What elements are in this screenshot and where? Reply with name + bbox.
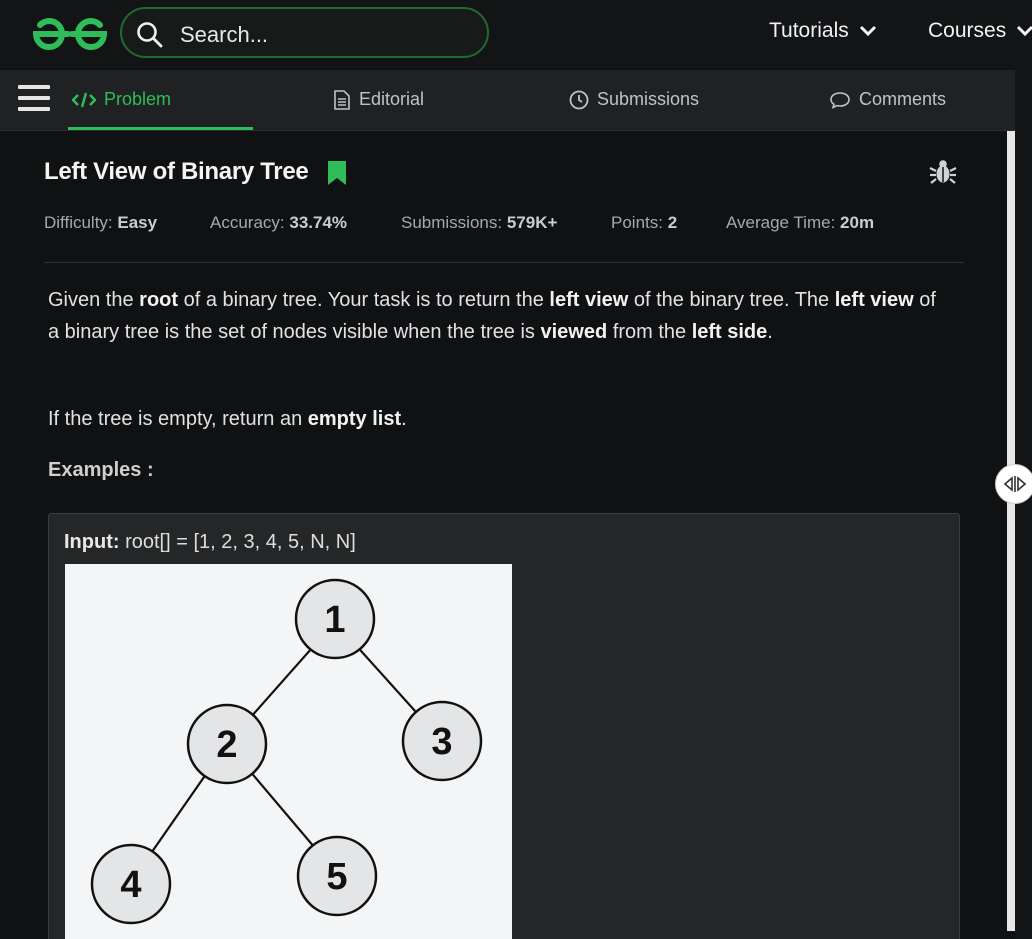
note-text: . xyxy=(401,408,407,430)
menu-icon[interactable] xyxy=(18,85,50,115)
meta-difficulty: Difficulty: Easy xyxy=(44,213,157,233)
tab-editorial-label: Editorial xyxy=(359,89,425,109)
tree-node: 1 xyxy=(294,578,376,660)
tab-submissions[interactable]: Submissions xyxy=(569,89,699,110)
desc-text: of the binary tree. The xyxy=(628,289,835,311)
tab-problem[interactable]: Problem xyxy=(72,89,171,110)
meta-points-value: 2 xyxy=(667,213,678,232)
meta-points: Points: 2 xyxy=(611,213,677,233)
examples-heading: Examples : xyxy=(48,459,154,481)
example-box: Input: root[] = [1, 2, 3, 4, 5, N, N] 1 … xyxy=(48,513,960,939)
search-input[interactable]: Search... xyxy=(180,22,268,48)
tree-node: 3 xyxy=(401,700,483,782)
gfg-logo-icon[interactable] xyxy=(32,17,108,51)
tab-comments[interactable]: Comments xyxy=(829,89,946,110)
chevron-down-icon xyxy=(859,25,876,37)
binary-tree-diagram: 1 2 3 4 5 xyxy=(65,564,512,939)
tree-node-label: 4 xyxy=(120,864,141,906)
example-input-label: Input: xyxy=(64,531,120,553)
tab-problem-label: Problem xyxy=(104,89,172,109)
note-bold: empty list xyxy=(307,408,402,430)
meta-submissions-label: Submissions: xyxy=(401,213,503,232)
problem-tabbar: Problem Editorial Submissions Comments xyxy=(0,70,1015,131)
tree-node: 2 xyxy=(186,703,268,785)
tree-node-label: 1 xyxy=(324,599,345,641)
desc-bold: root xyxy=(139,289,179,311)
page-title: Left View of Binary Tree xyxy=(44,158,309,185)
problem-content: Left View of Binary Tree Difficulty: Eas… xyxy=(0,131,1007,939)
meta-avg-time-label: Average Time: xyxy=(726,213,836,232)
tab-editorial[interactable]: Editorial xyxy=(333,89,424,110)
tree-node-label: 3 xyxy=(431,721,452,763)
active-tab-indicator xyxy=(68,127,253,130)
desc-bold: left side xyxy=(691,321,768,343)
desc-text: . xyxy=(767,321,773,343)
top-navbar: Search... Tutorials Courses xyxy=(0,0,1032,68)
meta-submissions: Submissions: 579K+ xyxy=(401,213,557,233)
desc-text: Given the xyxy=(48,289,140,311)
chevron-down-icon xyxy=(1017,25,1032,37)
nav-tutorials-label: Tutorials xyxy=(769,19,849,42)
meta-average-time: Average Time: 20m xyxy=(726,213,874,233)
tab-comments-label: Comments xyxy=(859,89,947,109)
tab-submissions-label: Submissions xyxy=(597,89,700,109)
desc-text: of a binary tree. Your task is to return… xyxy=(178,289,550,311)
meta-accuracy-label: Accuracy: xyxy=(210,213,285,232)
meta-accuracy-value: 33.74% xyxy=(289,213,348,232)
problem-note: If the tree is empty, return an empty li… xyxy=(48,403,948,435)
chat-bubble-icon xyxy=(830,91,850,109)
desc-bold: left view xyxy=(549,289,629,311)
search-bar[interactable]: Search... xyxy=(120,7,489,58)
problem-description: Given the root of a binary tree. Your ta… xyxy=(48,284,948,348)
example-input: Input: root[] = [1, 2, 3, 4, 5, N, N] xyxy=(64,531,356,554)
document-icon xyxy=(334,89,350,110)
meta-avg-time-value: 20m xyxy=(840,213,875,232)
meta-points-label: Points: xyxy=(611,213,663,232)
meta-accuracy: Accuracy: 33.74% xyxy=(210,213,347,233)
nav-tutorials[interactable]: Tutorials xyxy=(769,19,877,43)
bookmark-icon[interactable] xyxy=(327,160,347,186)
search-icon xyxy=(137,22,163,48)
resize-arrows-icon xyxy=(1004,476,1026,492)
divider xyxy=(44,262,964,263)
tree-node: 5 xyxy=(296,835,378,917)
nav-courses[interactable]: Courses xyxy=(928,19,1032,43)
meta-submissions-value: 579K+ xyxy=(506,213,558,232)
tree-node: 4 xyxy=(90,843,172,925)
example-input-value: root[] = [1, 2, 3, 4, 5, N, N] xyxy=(119,531,356,553)
note-text: If the tree is empty, return an xyxy=(48,408,308,430)
nav-courses-label: Courses xyxy=(928,19,1007,42)
bug-report-icon[interactable] xyxy=(928,157,958,187)
code-icon xyxy=(72,92,96,107)
panel-scrollbar[interactable] xyxy=(1007,131,1015,931)
tree-node-label: 5 xyxy=(326,856,347,898)
meta-difficulty-value: Easy xyxy=(117,213,158,232)
tree-node-label: 2 xyxy=(216,724,237,766)
panel-resize-handle[interactable] xyxy=(995,464,1032,504)
desc-bold: left view xyxy=(834,289,914,311)
meta-difficulty-label: Difficulty: xyxy=(44,213,113,232)
clock-icon xyxy=(569,90,589,109)
desc-text: from the xyxy=(607,321,692,343)
desc-bold: viewed xyxy=(540,321,608,343)
